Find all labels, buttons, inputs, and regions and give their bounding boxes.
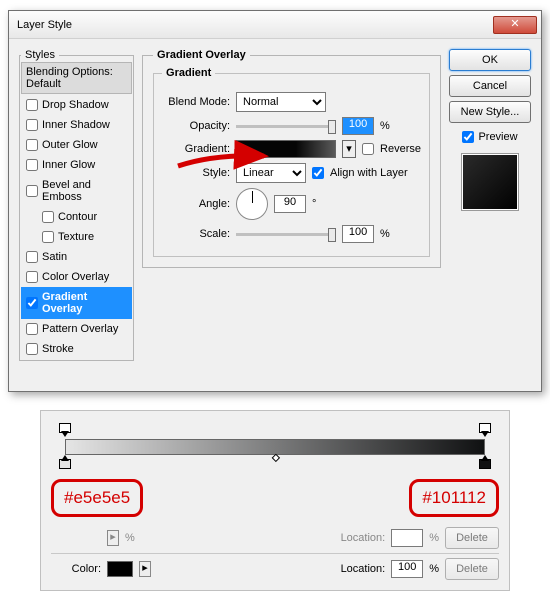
style-item-gradient-overlay[interactable]: Gradient Overlay [21,287,132,319]
deg-label: ° [312,198,316,210]
style-label: Bevel and Emboss [42,179,127,203]
opacity-slider[interactable] [236,125,336,128]
style-item-contour[interactable]: Contour [21,207,132,227]
style-label: Style: [162,167,230,179]
style-item-bevel-and-emboss[interactable]: Bevel and Emboss [21,175,132,207]
blend-mode-select[interactable]: Normal [236,92,326,112]
style-checkbox[interactable] [42,231,54,243]
right-color-annotation: #101112 [409,479,499,517]
style-label: Texture [58,231,94,243]
style-label: Outer Glow [42,139,98,151]
scale-slider[interactable] [236,233,336,236]
delete-color-stop[interactable]: Delete [445,558,499,580]
style-checkbox[interactable] [26,271,38,283]
gradient-overlay-panel: Gradient Overlay Gradient Blend Mode: No… [142,49,441,268]
style-item-inner-glow[interactable]: Inner Glow [21,155,132,175]
style-checkbox[interactable] [42,211,54,223]
location-label-1: Location: [341,532,386,544]
style-label: Gradient Overlay [42,291,127,315]
preview-checkbox[interactable] [462,131,474,143]
group-title: Gradient [162,67,215,79]
style-item-satin[interactable]: Satin [21,247,132,267]
ok-button[interactable]: OK [449,49,531,71]
style-item-drop-shadow[interactable]: Drop Shadow [21,95,132,115]
preview-swatch [461,153,519,211]
style-item-texture[interactable]: Texture [21,227,132,247]
window-title: Layer Style [17,19,493,31]
pct-label-2: % [380,228,390,240]
color-stop-left[interactable] [59,455,71,469]
titlebar[interactable]: Layer Style ✕ [9,11,541,39]
opacity-input[interactable]: 100 [342,117,374,135]
layer-style-dialog: Layer Style ✕ Styles Blending Options: D… [8,10,542,392]
style-item-stroke[interactable]: Stroke [21,339,132,359]
style-checkbox[interactable] [26,119,38,131]
delete-opacity-stop[interactable]: Delete [445,527,499,549]
panel-title: Gradient Overlay [153,49,250,61]
style-label: Drop Shadow [42,99,109,111]
scale-input[interactable]: 100 [342,225,374,243]
blending-options-header[interactable]: Blending Options: Default [21,62,132,94]
align-label: Align with Layer [330,167,408,179]
gradient-label: Gradient: [162,143,230,155]
opacity-stop-left[interactable] [59,423,71,437]
style-checkbox[interactable] [26,159,38,171]
color-label: Color: [51,563,101,575]
angle-wheel[interactable] [236,188,268,220]
reverse-checkbox[interactable] [362,143,374,155]
style-label: Color Overlay [42,271,109,283]
opacity-location-input[interactable] [391,529,423,547]
style-label: Contour [58,211,97,223]
blend-mode-label: Blend Mode: [162,96,230,108]
pct-label: % [380,120,390,132]
style-label: Inner Shadow [42,119,110,131]
styles-list: Styles Blending Options: Default Drop Sh… [19,49,134,361]
style-label: Pattern Overlay [42,323,118,335]
style-checkbox[interactable] [26,139,38,151]
angle-label: Angle: [162,198,230,210]
gradient-swatch[interactable] [236,140,336,158]
opacity-dropdown[interactable]: ▸ [107,530,119,546]
preview-label: Preview [478,131,517,143]
style-item-color-overlay[interactable]: Color Overlay [21,267,132,287]
style-item-outer-glow[interactable]: Outer Glow [21,135,132,155]
location-label-2: Location: [341,563,386,575]
style-checkbox[interactable] [26,251,38,263]
close-button[interactable]: ✕ [493,16,537,34]
style-select[interactable]: Linear [236,163,306,183]
style-checkbox[interactable] [26,99,38,111]
gradient-group: Gradient Blend Mode: Normal Opacity: 100… [153,67,430,257]
color-location-input[interactable]: 100 [391,560,423,578]
opacity-stop-right[interactable] [479,423,491,437]
style-label: Satin [42,251,67,263]
style-checkbox[interactable] [26,343,38,355]
style-checkbox[interactable] [26,297,38,309]
reverse-label: Reverse [380,143,421,155]
opacity-label: Opacity: [162,120,230,132]
style-item-inner-shadow[interactable]: Inner Shadow [21,115,132,135]
align-checkbox[interactable] [312,167,324,179]
styles-legend: Styles [21,49,59,61]
color-dropdown[interactable]: ▸ [139,561,151,577]
angle-input[interactable]: 90 [274,195,306,213]
color-swatch[interactable] [107,561,133,577]
scale-label: Scale: [162,228,230,240]
style-checkbox[interactable] [26,323,38,335]
style-item-pattern-overlay[interactable]: Pattern Overlay [21,319,132,339]
style-label: Inner Glow [42,159,95,171]
color-stop-right[interactable] [479,455,491,469]
left-color-annotation: #e5e5e5 [51,479,143,517]
gradient-dropdown-arrow[interactable]: ▾ [342,140,356,158]
style-label: Stroke [42,343,74,355]
gradient-editor-panel: .stop-bot:nth-of-type(4):before{backgrou… [40,410,510,591]
new-style-button[interactable]: New Style... [449,101,531,123]
style-checkbox[interactable] [26,185,38,197]
cancel-button[interactable]: Cancel [449,75,531,97]
